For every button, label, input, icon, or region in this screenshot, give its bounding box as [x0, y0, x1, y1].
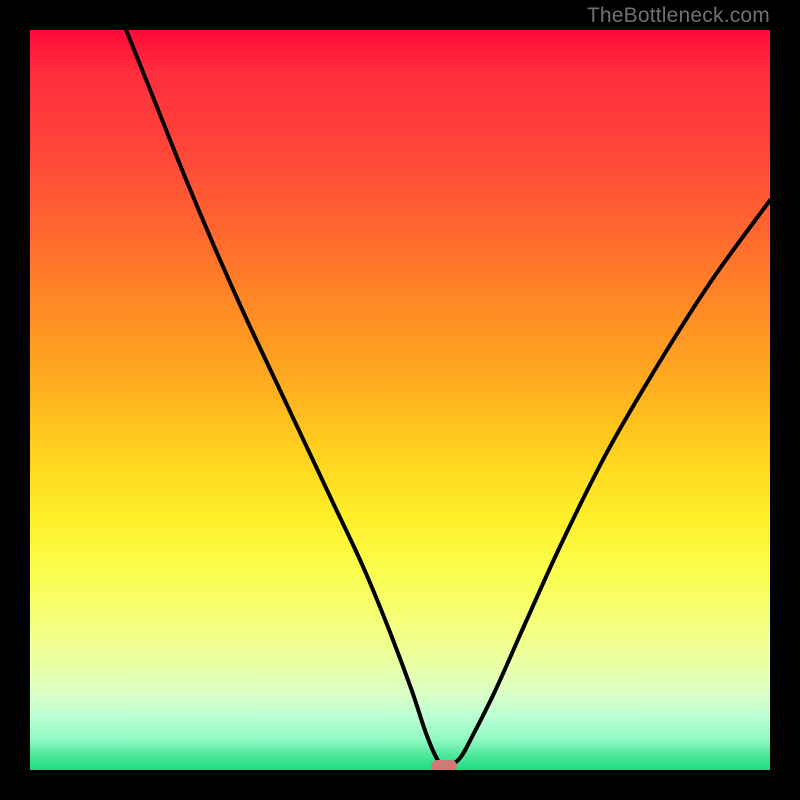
plot-area: [30, 30, 770, 770]
chart-frame: TheBottleneck.com: [0, 0, 800, 800]
watermark-text: TheBottleneck.com: [587, 4, 770, 28]
optimal-point-marker: [431, 760, 457, 770]
bottleneck-curve: [30, 30, 770, 770]
